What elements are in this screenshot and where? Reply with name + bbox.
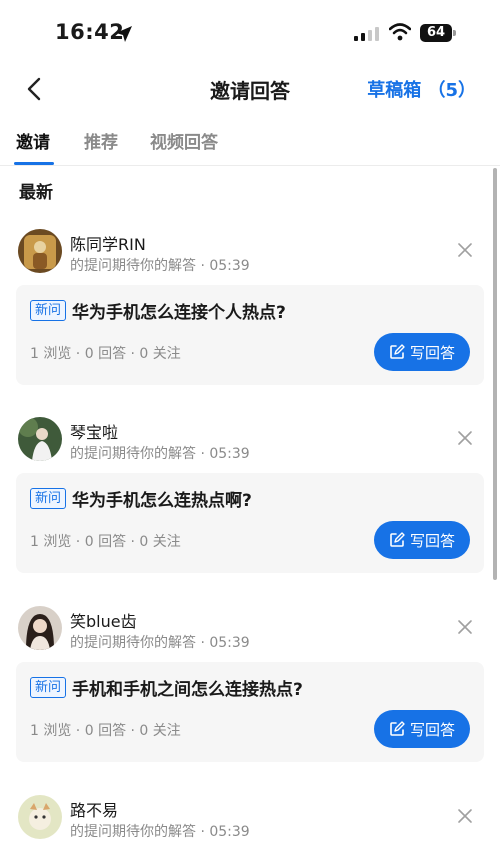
avatar[interactable]: [18, 229, 62, 273]
invite-subtitle: 的提问期待你的解答 · 05:39: [70, 824, 250, 840]
user-name[interactable]: 笑blue齿: [70, 608, 137, 632]
avatar[interactable]: [18, 606, 62, 650]
tab-invite[interactable]: 邀请: [16, 128, 50, 153]
write-answer-label: 写回答: [409, 531, 455, 550]
question-stats: 1 浏览 · 0 回答 · 0 关注: [30, 534, 181, 550]
write-answer-button[interactable]: 写回答: [374, 710, 470, 748]
wifi-icon: [389, 23, 411, 41]
section-title: 最新: [19, 183, 53, 203]
edit-icon: [390, 721, 405, 736]
avatar[interactable]: [18, 795, 62, 839]
new-question-badge: 新问: [30, 677, 67, 698]
user-name[interactable]: 琴宝啦: [70, 419, 118, 443]
close-icon[interactable]: [456, 807, 474, 825]
close-icon[interactable]: [456, 241, 474, 259]
cellular-signal-icon: [354, 27, 379, 41]
close-icon[interactable]: [456, 429, 474, 447]
location-arrow-icon: [116, 26, 132, 42]
tab-recommend[interactable]: 推荐: [84, 128, 118, 153]
user-name[interactable]: 路不易: [70, 797, 118, 821]
tab-bar: 邀请 推荐 视频回答: [0, 122, 500, 166]
status-bar: 16:42 64: [0, 0, 500, 66]
nav-bar: 邀请回答 草稿箱 （5）: [0, 66, 500, 112]
question-title[interactable]: 手机和手机之间怎么连接热点?: [72, 675, 303, 700]
write-answer-button[interactable]: 写回答: [374, 521, 470, 559]
invite-subtitle: 的提问期待你的解答 · 05:39: [70, 446, 250, 462]
write-answer-button[interactable]: 写回答: [374, 333, 470, 371]
close-icon[interactable]: [456, 618, 474, 636]
avatar[interactable]: [18, 417, 62, 461]
invite-subtitle: 的提问期待你的解答 · 05:39: [70, 258, 250, 274]
battery-icon: 64: [420, 24, 456, 42]
scrollbar[interactable]: [493, 168, 497, 580]
new-question-badge: 新问: [30, 300, 67, 321]
question-stats: 1 浏览 · 0 回答 · 0 关注: [30, 723, 181, 739]
edit-icon: [390, 532, 405, 547]
question-card[interactable]: 新问 华为手机怎么连接个人热点? 1 浏览 · 0 回答 · 0 关注 写回答: [16, 285, 484, 385]
question-title[interactable]: 华为手机怎么连热点啊?: [72, 486, 252, 511]
invite-subtitle: 的提问期待你的解答 · 05:39: [70, 635, 250, 651]
new-question-badge: 新问: [30, 488, 67, 509]
user-name[interactable]: 陈同学RIN: [70, 231, 146, 255]
question-stats: 1 浏览 · 0 回答 · 0 关注: [30, 346, 181, 362]
battery-level: 64: [420, 24, 452, 42]
tab-video-answer[interactable]: 视频回答: [150, 128, 218, 153]
write-answer-label: 写回答: [409, 343, 455, 362]
question-card[interactable]: 新问 手机和手机之间怎么连接热点? 1 浏览 · 0 回答 · 0 关注 写回答: [16, 662, 484, 762]
edit-icon: [390, 344, 405, 359]
question-card[interactable]: 新问 华为手机怎么连热点啊? 1 浏览 · 0 回答 · 0 关注 写回答: [16, 473, 484, 573]
write-answer-label: 写回答: [409, 720, 455, 739]
active-tab-indicator: [14, 162, 54, 165]
question-title[interactable]: 华为手机怎么连接个人热点?: [72, 298, 286, 323]
drafts-link[interactable]: 草稿箱 （5）: [367, 76, 476, 102]
